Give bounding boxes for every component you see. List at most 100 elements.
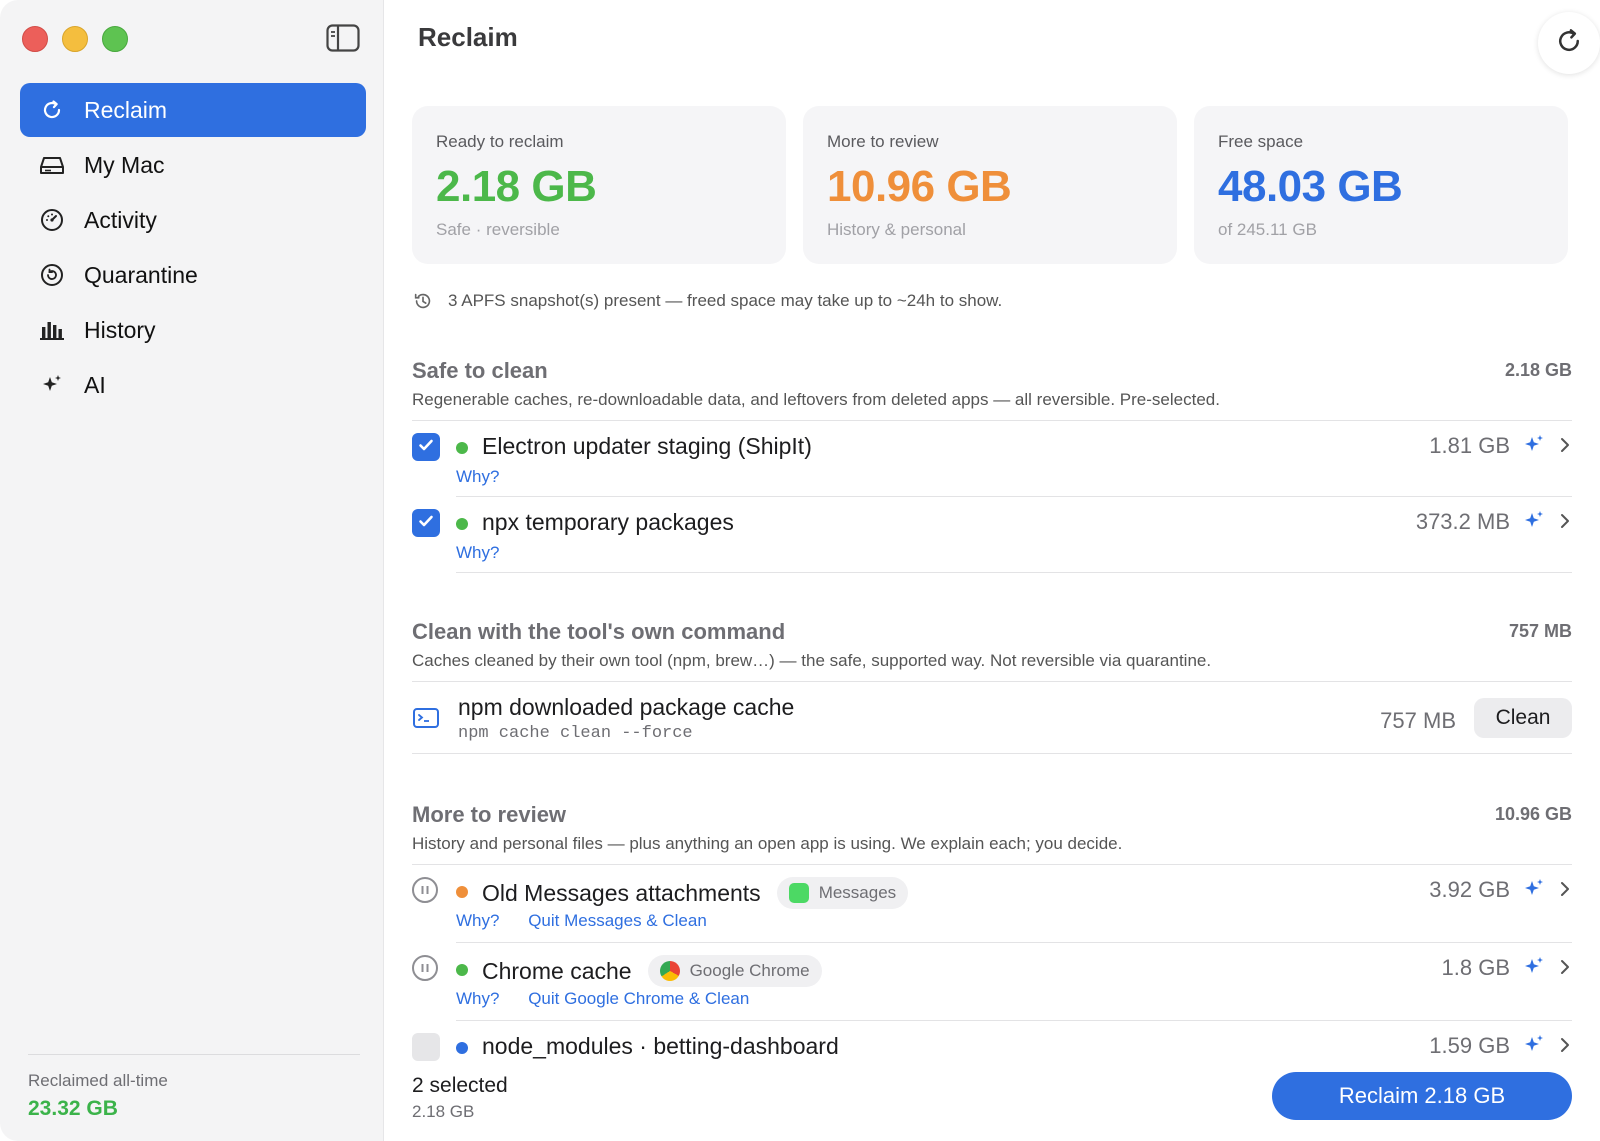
chevron-right-icon[interactable] — [1558, 511, 1572, 531]
why-link[interactable]: Why? — [456, 911, 499, 930]
item-checkbox[interactable] — [412, 509, 440, 537]
sidebar-item-reclaim[interactable]: Reclaim — [20, 83, 366, 137]
item-size: 373.2 MB — [1415, 509, 1510, 534]
refresh-icon — [38, 96, 66, 124]
reclaimed-summary: Reclaimed all-time 23.32 GB — [28, 1054, 360, 1121]
section-command: Clean with the tool's own command 757 MB… — [412, 619, 1572, 754]
item-size: 1.8 GB — [1441, 955, 1510, 980]
checkmark-icon — [417, 436, 435, 459]
refresh-icon — [1554, 26, 1584, 61]
list-item[interactable]: Chrome cache Google Chrome Why? Quit Goo… — [412, 943, 1572, 1021]
section-review: More to review 10.96 GB History and pers… — [412, 802, 1572, 1062]
chevron-right-icon[interactable] — [1558, 957, 1572, 977]
zoom-window-button[interactable] — [102, 26, 128, 52]
list-item[interactable]: node_modules · betting-dashboard 1.59 GB — [412, 1021, 1572, 1062]
sparkle-icon — [38, 371, 66, 399]
in-use-pause-icon[interactable] — [412, 877, 440, 905]
reclaim-button[interactable]: Reclaim 2.18 GB — [1272, 1072, 1572, 1120]
ai-explain-icon[interactable] — [1522, 509, 1546, 533]
item-title-row: Chrome cache Google Chrome — [482, 955, 822, 987]
chip-label: Google Chrome — [689, 961, 810, 980]
snapshot-notice: 3 APFS snapshot(s) present — freed space… — [412, 290, 1002, 312]
cleanup-list[interactable]: Safe to clean 2.18 GB Regenerable caches… — [412, 358, 1572, 1062]
sidebar-item-quarantine[interactable]: Quarantine — [20, 248, 366, 302]
clean-button[interactable]: Clean — [1474, 698, 1572, 738]
item-checkbox[interactable] — [412, 433, 440, 461]
terminal-icon — [412, 706, 440, 730]
why-link[interactable]: Why? — [456, 989, 499, 1008]
in-use-pause-icon[interactable] — [412, 955, 440, 983]
section-total: 10.96 GB — [1494, 804, 1572, 824]
section-title: Safe to clean — [412, 358, 548, 383]
why-link[interactable]: Why? — [456, 543, 499, 562]
sidebar-nav: Reclaim My Mac Activity Quarantine Histo… — [20, 83, 366, 413]
section-safe: Safe to clean 2.18 GB Regenerable caches… — [412, 358, 1572, 573]
item-checkbox[interactable] — [412, 1033, 440, 1061]
free-space-card: Free space 48.03 GB of 245.11 GB — [1194, 106, 1568, 264]
card-subtitle: History & personal — [827, 220, 966, 239]
item-title: Old Messages attachments — [482, 879, 761, 906]
item-command: npm cache clean --force — [458, 724, 693, 743]
section-description: Caches cleaned by their own tool (npm, b… — [412, 651, 1572, 682]
card-label: Ready to reclaim — [436, 132, 564, 151]
review-card: More to review 10.96 GB History & person… — [803, 106, 1177, 264]
app-chip: Messages — [776, 877, 909, 909]
main-content: Reclaim Ready to reclaim 2.18 GB Safe · … — [384, 0, 1600, 1141]
sidebar: Reclaim My Mac Activity Quarantine Histo… — [0, 0, 384, 1141]
item-title: npm downloaded package cache — [458, 694, 795, 720]
sidebar-item-history[interactable]: History — [20, 303, 366, 357]
sidebar-item-label: Quarantine — [84, 261, 198, 288]
section-total: 757 MB — [1508, 621, 1572, 641]
status-dot — [456, 1042, 468, 1054]
ai-explain-icon[interactable] — [1522, 877, 1546, 901]
drive-icon — [38, 151, 66, 179]
sidebar-item-label: Reclaim — [84, 96, 168, 123]
sidebar-item-label: Activity — [84, 206, 157, 233]
ai-explain-icon[interactable] — [1522, 1033, 1546, 1057]
chip-label: Messages — [818, 883, 897, 902]
item-title: node_modules · betting-dashboard — [482, 1033, 839, 1059]
restore-icon — [38, 261, 66, 289]
sidebar-item-ai[interactable]: AI — [20, 358, 366, 412]
list-item[interactable]: npm downloaded package cache npm cache c… — [412, 682, 1572, 754]
chrome-app-icon — [659, 961, 680, 981]
section-description: History and personal files — plus anythi… — [412, 834, 1572, 865]
item-size: 1.81 GB — [1429, 433, 1510, 458]
chevron-right-icon[interactable] — [1558, 435, 1572, 455]
quit-and-clean-link[interactable]: Quit Google Chrome & Clean — [528, 989, 749, 1008]
item-size: 1.59 GB — [1429, 1033, 1510, 1058]
status-dot — [456, 518, 468, 530]
card-subtitle: Safe · reversible — [436, 220, 560, 239]
card-value: 2.18 GB — [436, 162, 597, 211]
card-subtitle: of 245.11 GB — [1218, 220, 1317, 239]
close-window-button[interactable] — [22, 26, 48, 52]
ready-card: Ready to reclaim 2.18 GB Safe · reversib… — [412, 106, 786, 264]
section-total: 2.18 GB — [1504, 360, 1572, 380]
sidebar-item-activity[interactable]: Activity — [20, 193, 366, 247]
why-link[interactable]: Why? — [456, 467, 499, 486]
item-size: 757 MB — [1380, 708, 1456, 733]
chevron-right-icon[interactable] — [1558, 1035, 1572, 1055]
list-item[interactable]: Electron updater staging (ShipIt) Why? 1… — [412, 421, 1572, 497]
page-title: Reclaim — [418, 22, 518, 52]
list-item[interactable]: Old Messages attachments Messages Why? Q… — [412, 865, 1572, 943]
chevron-right-icon[interactable] — [1558, 879, 1572, 899]
item-title: Electron updater staging (ShipIt) — [482, 433, 812, 459]
sidebar-toggle-icon[interactable] — [326, 24, 360, 52]
ai-explain-icon[interactable] — [1522, 955, 1546, 979]
app-chip: Google Chrome — [647, 955, 822, 987]
section-title: Clean with the tool's own command — [412, 619, 786, 644]
checkmark-icon — [417, 512, 435, 535]
app-window: Reclaim My Mac Activity Quarantine Histo… — [0, 0, 1600, 1141]
selected-count: 2 selected — [412, 1074, 508, 1097]
minimize-window-button[interactable] — [62, 26, 88, 52]
section-title: More to review — [412, 802, 567, 827]
item-title: npx temporary packages — [482, 509, 734, 535]
list-item[interactable]: npx temporary packages Why? 373.2 MB — [412, 497, 1572, 573]
rescan-button[interactable] — [1538, 12, 1600, 74]
card-label: More to review — [827, 132, 939, 151]
sidebar-item-my-mac[interactable]: My Mac — [20, 138, 366, 192]
ai-explain-icon[interactable] — [1522, 433, 1546, 457]
quit-and-clean-link[interactable]: Quit Messages & Clean — [528, 911, 707, 930]
sidebar-item-label: AI — [84, 371, 106, 398]
